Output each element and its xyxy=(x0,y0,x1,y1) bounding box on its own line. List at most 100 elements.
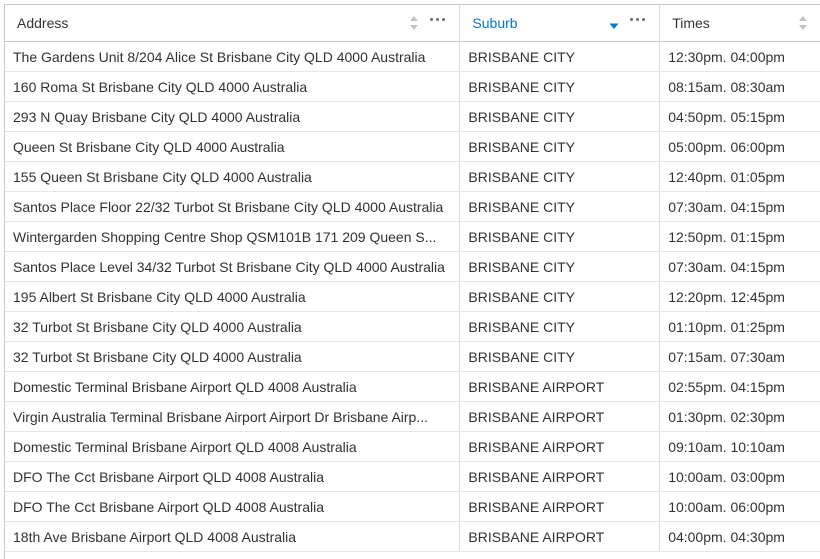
cell-times-text: 10:00am. 06:00pm xyxy=(668,498,785,515)
cell-times[interactable]: 02:55pm. 04:15pm xyxy=(660,372,820,401)
cell-times[interactable]: 10:00am. 03:00pm xyxy=(660,462,820,491)
table-row[interactable]: DFO The Cct Brisbane Airport QLD 4008 Au… xyxy=(5,462,820,492)
cell-times[interactable]: 01:30pm. 02:30pm xyxy=(660,402,820,431)
cell-times-text: 10:00am. 03:00pm xyxy=(668,468,785,485)
cell-address[interactable]: 293 N Quay Brisbane City QLD 4000 Austra… xyxy=(5,102,461,131)
cell-suburb[interactable]: BRISBANE CITY xyxy=(460,102,661,131)
cell-times-text: 12:20pm. 12:45pm xyxy=(668,288,785,305)
cell-times[interactable]: 12:40pm. 01:05pm xyxy=(660,162,820,191)
table-row[interactable]: 32 Turbot St Brisbane City QLD 4000 Aust… xyxy=(5,312,820,342)
cell-times[interactable]: 12:50pm. 01:15pm xyxy=(660,222,820,251)
cell-address[interactable]: Virgin Australia Terminal Brisbane Airpo… xyxy=(5,402,461,431)
cell-address[interactable]: Domestic Terminal Brisbane Airport QLD 4… xyxy=(5,372,461,401)
cell-address[interactable]: Domestic Terminal Brisbane Airport QLD 4… xyxy=(5,432,461,461)
cell-address[interactable]: 32 Turbot St Brisbane City QLD 4000 Aust… xyxy=(5,312,461,341)
cell-suburb[interactable]: BRISBANE AIRPORT xyxy=(460,402,661,431)
table-row[interactable]: 195 Albert St Brisbane City QLD 4000 Aus… xyxy=(5,282,820,312)
cell-address[interactable]: The Gardens Unit 8/204 Alice St Brisbane… xyxy=(5,42,461,71)
cell-times[interactable]: 05:00pm. 06:00pm xyxy=(660,132,820,161)
cell-address-text: Virgin Australia Terminal Brisbane Airpo… xyxy=(13,408,429,425)
table-row[interactable]: 18th Ave Brisbane Airport QLD 4008 Austr… xyxy=(5,522,820,552)
cell-times[interactable]: 04:00pm. 04:30pm xyxy=(660,522,820,551)
table-row[interactable]: Domestic Terminal Brisbane Airport QLD 4… xyxy=(5,372,820,402)
sort-descending-icon[interactable] xyxy=(609,15,619,31)
cell-address[interactable]: 195 Albert St Brisbane City QLD 4000 Aus… xyxy=(5,282,461,311)
cell-times[interactable]: 09:10am. 10:10am xyxy=(660,432,820,461)
table-row[interactable]: 160 Roma St Brisbane City QLD 4000 Austr… xyxy=(5,72,820,102)
cell-address-text: Santos Place Floor 22/32 Turbot St Brisb… xyxy=(13,198,444,215)
sort-neutral-icon[interactable] xyxy=(798,15,808,31)
table-row[interactable]: 32 Turbot St Brisbane City QLD 4000 Aust… xyxy=(5,342,820,372)
cell-suburb[interactable]: BRISBANE AIRPORT xyxy=(460,522,661,551)
cell-suburb[interactable]: BRISBANE CITY xyxy=(460,222,661,251)
cell-times[interactable]: 10:00am. 06:00pm xyxy=(660,492,820,521)
cell-suburb-text: BRISBANE AIRPORT xyxy=(468,468,605,485)
cell-address[interactable]: Santos Place Floor 22/32 Turbot St Brisb… xyxy=(5,192,461,221)
cell-times[interactable]: 12:20pm. 12:45pm xyxy=(660,282,820,311)
cell-times[interactable]: 04:50pm. 05:15pm xyxy=(660,102,820,131)
cell-suburb[interactable]: BRISBANE CITY xyxy=(460,132,661,161)
cell-times[interactable]: 12:30pm. 04:00pm xyxy=(660,42,820,71)
table-row[interactable]: Domestic Terminal Brisbane Airport QLD 4… xyxy=(5,432,820,462)
column-menu-icon[interactable] xyxy=(627,15,647,31)
cell-address-text: 195 Albert St Brisbane City QLD 4000 Aus… xyxy=(13,288,306,305)
table-row[interactable]: Queen St Brisbane City QLD 4000 Australi… xyxy=(5,132,820,162)
table-row[interactable]: Virgin Australia Terminal Brisbane Airpo… xyxy=(5,402,820,432)
cell-address[interactable]: DFO The Cct Brisbane Airport QLD 4008 Au… xyxy=(5,462,461,491)
cell-address[interactable]: DFO The Cct Brisbane Airport QLD 4008 Au… xyxy=(5,492,461,521)
column-header-address[interactable]: Address xyxy=(5,5,461,41)
cell-suburb-text: BRISBANE CITY xyxy=(468,318,576,335)
cell-suburb[interactable]: BRISBANE CITY xyxy=(460,312,661,341)
column-header-times[interactable]: Times xyxy=(660,5,820,41)
cell-suburb[interactable]: BRISBANE CITY xyxy=(460,42,661,71)
cell-suburb[interactable]: BRISBANE CITY xyxy=(460,192,661,221)
cell-address[interactable]: 155 Queen St Brisbane City QLD 4000 Aust… xyxy=(5,162,461,191)
cell-suburb[interactable]: BRISBANE CITY xyxy=(460,252,661,281)
table-row[interactable]: 155 Queen St Brisbane City QLD 4000 Aust… xyxy=(5,162,820,192)
cell-address[interactable]: Wintergarden Shopping Centre Shop QSM101… xyxy=(5,222,461,251)
cell-times-text: 12:50pm. 01:15pm xyxy=(668,228,785,245)
table-row[interactable]: Wintergarden Shopping Centre Shop QSM101… xyxy=(5,222,820,252)
table-row[interactable]: 293 N Quay Brisbane City QLD 4000 Austra… xyxy=(5,102,820,132)
cell-times[interactable]: 07:30am. 04:15pm xyxy=(660,192,820,221)
cell-suburb[interactable]: BRISBANE AIRPORT xyxy=(460,462,661,491)
cell-address[interactable]: 18th Ave Brisbane Airport QLD 4008 Austr… xyxy=(5,522,461,551)
cell-address-text: 18th Ave Brisbane Airport QLD 4008 Austr… xyxy=(13,528,297,545)
cell-times[interactable]: 07:30am. 04:15pm xyxy=(660,252,820,281)
cell-address-text: The Gardens Unit 8/204 Alice St Brisbane… xyxy=(13,48,426,65)
cell-suburb-text: BRISBANE AIRPORT xyxy=(468,528,605,545)
cell-suburb[interactable]: BRISBANE AIRPORT xyxy=(460,492,661,521)
table-row[interactable]: Santos Place Floor 22/32 Turbot St Brisb… xyxy=(5,192,820,222)
cell-address[interactable]: 160 Roma St Brisbane City QLD 4000 Austr… xyxy=(5,72,461,101)
cell-suburb-text: BRISBANE CITY xyxy=(468,108,576,125)
cell-suburb[interactable]: BRISBANE CITY xyxy=(460,342,661,371)
cell-suburb-text: BRISBANE CITY xyxy=(468,198,576,215)
cell-suburb[interactable]: BRISBANE CITY xyxy=(460,282,661,311)
cell-times-text: 12:40pm. 01:05pm xyxy=(668,168,785,185)
cell-times-text: 02:55pm. 04:15pm xyxy=(668,378,785,395)
cell-suburb[interactable]: BRISBANE CITY xyxy=(460,72,661,101)
cell-suburb[interactable]: BRISBANE CITY xyxy=(460,162,661,191)
grid-body: The Gardens Unit 8/204 Alice St Brisbane… xyxy=(5,42,820,552)
cell-address[interactable]: Santos Place Level 34/32 Turbot St Brisb… xyxy=(5,252,461,281)
table-row[interactable]: DFO The Cct Brisbane Airport QLD 4008 Au… xyxy=(5,492,820,522)
column-header-suburb[interactable]: Suburb xyxy=(460,5,661,41)
cell-address[interactable]: Queen St Brisbane City QLD 4000 Australi… xyxy=(5,132,461,161)
column-menu-icon[interactable] xyxy=(427,15,447,31)
cell-times-text: 01:30pm. 02:30pm xyxy=(668,408,785,425)
cell-suburb[interactable]: BRISBANE AIRPORT xyxy=(460,372,661,401)
table-row[interactable]: The Gardens Unit 8/204 Alice St Brisbane… xyxy=(5,42,820,72)
cell-suburb[interactable]: BRISBANE AIRPORT xyxy=(460,432,661,461)
table-row[interactable]: Santos Place Level 34/32 Turbot St Brisb… xyxy=(5,252,820,282)
cell-suburb-text: BRISBANE CITY xyxy=(468,288,576,305)
cell-address-text: 32 Turbot St Brisbane City QLD 4000 Aust… xyxy=(13,318,302,335)
cell-times[interactable]: 08:15am. 08:30am xyxy=(660,72,820,101)
cell-times-text: 07:30am. 04:15pm xyxy=(668,258,785,275)
cell-times[interactable]: 01:10pm. 01:25pm xyxy=(660,312,820,341)
sort-neutral-icon[interactable] xyxy=(409,15,419,31)
cell-address[interactable]: 32 Turbot St Brisbane City QLD 4000 Aust… xyxy=(5,342,461,371)
cell-times[interactable]: 07:15am. 07:30am xyxy=(660,342,820,371)
grid-header: Address Suburb Times xyxy=(5,5,820,42)
cell-address-text: Domestic Terminal Brisbane Airport QLD 4… xyxy=(13,378,357,395)
cell-times-text: 04:50pm. 05:15pm xyxy=(668,108,785,125)
